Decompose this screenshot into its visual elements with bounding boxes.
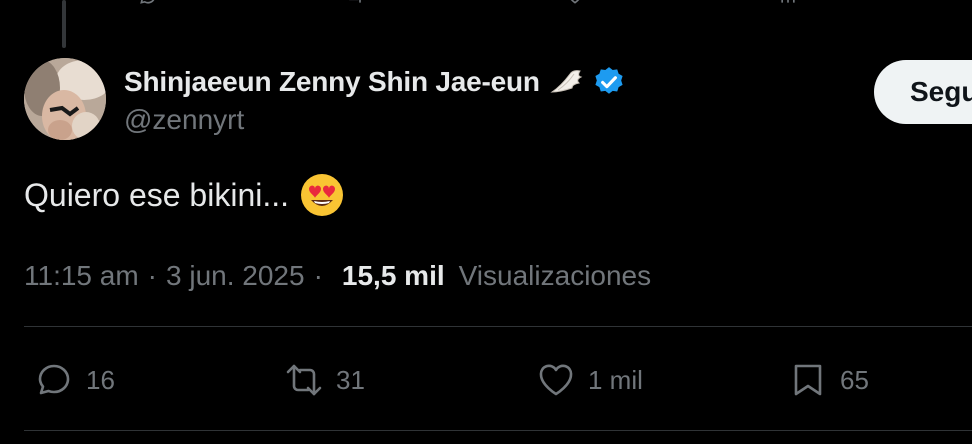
repost-button[interactable]: 31 bbox=[284, 356, 365, 404]
like-count: 1 mil bbox=[588, 364, 643, 395]
repost-icon bbox=[284, 360, 324, 400]
divider bbox=[24, 430, 972, 431]
avatar[interactable] bbox=[24, 58, 106, 140]
repost-icon-partial[interactable] bbox=[345, 0, 365, 11]
reply-icon-partial[interactable] bbox=[138, 0, 158, 11]
display-name-row[interactable]: Shinjaeeun Zenny Shin Jae-eun bbox=[124, 64, 626, 100]
tweet-detail-page: Shinjaeeun Zenny Shin Jae-eun @zennyrt S… bbox=[0, 0, 972, 444]
heart-icon bbox=[536, 360, 576, 400]
previous-tweet-actions-partial bbox=[0, 0, 972, 6]
divider bbox=[24, 326, 972, 327]
meta-separator: · bbox=[313, 260, 323, 291]
verified-badge-icon[interactable] bbox=[592, 65, 626, 99]
user-handle[interactable]: @zennyrt bbox=[124, 104, 244, 136]
like-button[interactable]: 1 mil bbox=[536, 356, 643, 404]
thread-connector-line bbox=[62, 0, 66, 48]
wing-icon bbox=[548, 68, 584, 96]
heart-eyes-emoji-icon bbox=[299, 172, 345, 218]
bookmark-count: 65 bbox=[840, 364, 869, 395]
views-label[interactable]: Visualizaciones bbox=[459, 260, 652, 292]
views-icon-partial[interactable] bbox=[778, 0, 798, 11]
bookmark-icon bbox=[788, 360, 828, 400]
repost-count: 31 bbox=[336, 364, 365, 395]
display-name[interactable]: Shinjaeeun Zenny Shin Jae-eun bbox=[124, 66, 540, 98]
heart-icon-partial[interactable] bbox=[565, 0, 585, 11]
follow-button[interactable]: Segu bbox=[874, 60, 972, 124]
reply-icon bbox=[34, 360, 74, 400]
tweet-text: Quiero ese bikini... bbox=[24, 176, 290, 213]
tweet-date[interactable]: 3 jun. 2025 bbox=[166, 260, 305, 292]
views-count[interactable]: 15,5 mil bbox=[342, 260, 445, 292]
meta-separator: · bbox=[147, 260, 157, 291]
tweet-body: Quiero ese bikini... bbox=[24, 172, 345, 218]
bookmark-button[interactable]: 65 bbox=[788, 356, 869, 404]
tweet-meta: 11:15 am · 3 jun. 2025 · 15,5 mil Visual… bbox=[24, 256, 651, 296]
tweet-time[interactable]: 11:15 am bbox=[24, 260, 139, 292]
tweet-actions-bar: 16 31 1 mil 65 bbox=[0, 356, 972, 404]
reply-count: 16 bbox=[86, 364, 115, 395]
reply-button[interactable]: 16 bbox=[34, 356, 115, 404]
